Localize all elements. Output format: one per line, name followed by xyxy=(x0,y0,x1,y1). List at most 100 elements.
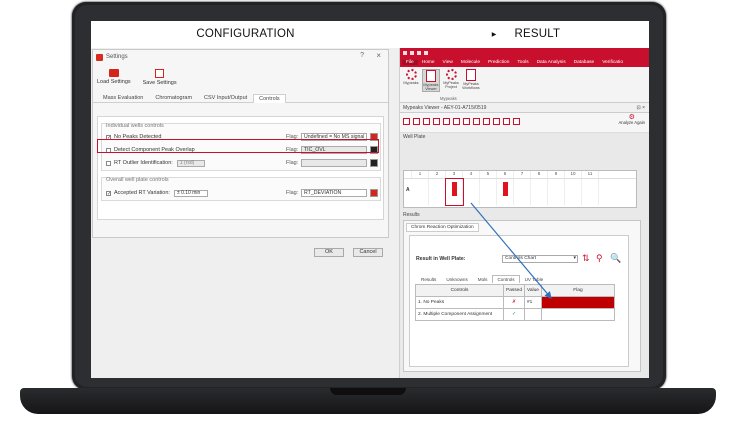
mypeaks-viewer-button[interactable]: Mypeaks Viewer xyxy=(422,69,440,92)
sort-icon[interactable]: ⇅ xyxy=(582,253,590,264)
result-in-well-plate-label: Result in Well Plate: xyxy=(416,256,466,262)
grid-icon[interactable] xyxy=(503,118,510,125)
ribbon-tab-data-analysis[interactable]: Data Analysis xyxy=(533,60,570,65)
flask-icon[interactable] xyxy=(463,118,470,125)
quick-open-icon[interactable] xyxy=(410,50,414,55)
col-value: Value xyxy=(524,284,542,297)
rt-variation-color-picker[interactable] xyxy=(370,189,378,197)
subtab-unknowns[interactable]: Unknowns xyxy=(441,275,472,283)
filter-icon[interactable]: ⚲ xyxy=(596,253,603,264)
control-name: 1. No Peaks xyxy=(415,296,504,309)
tab-mass-evaluation[interactable]: Mass Evaluation xyxy=(97,93,149,102)
flag-label: Flag: xyxy=(286,190,299,196)
well-a2[interactable] xyxy=(429,179,446,205)
table-header-row: Controls Passed Value Flag xyxy=(415,284,616,297)
plate-column-header: 9 xyxy=(548,171,565,178)
ribbon-tab-database[interactable]: Database xyxy=(570,60,599,65)
list-icon[interactable] xyxy=(423,118,430,125)
well-a5[interactable] xyxy=(480,179,497,205)
mypeaks-button[interactable]: Mypeaks xyxy=(402,69,420,85)
plate-corner xyxy=(404,171,412,178)
plate-row-label: A xyxy=(406,187,410,193)
plate-column-header: 3 xyxy=(446,171,463,178)
subtab-results[interactable]: Results xyxy=(416,275,441,283)
undo-icon[interactable] xyxy=(417,50,421,55)
well-a4[interactable] xyxy=(463,179,480,205)
layout-icon[interactable] xyxy=(513,118,520,125)
quick-save-icon[interactable] xyxy=(403,50,407,55)
subtab-controls[interactable]: Controls xyxy=(492,275,520,283)
ribbon-tab-verification[interactable]: Verificatio xyxy=(598,60,627,65)
load-settings-label: Load Settings xyxy=(97,79,131,85)
rt-variation-flag-input[interactable]: RT_DEVIATION xyxy=(301,189,367,197)
col-flag: Flag xyxy=(540,284,616,297)
quick-access-bar xyxy=(400,48,649,57)
viewer-icon xyxy=(426,70,436,82)
rt-variation-stepper[interactable]: ± 0.10 min xyxy=(173,189,208,197)
laptop-screen: CONFIGURATION ▶ RESULT Settings ? × Load … xyxy=(91,21,649,378)
rt-outlier-color-picker[interactable] xyxy=(370,159,378,167)
result-header-text: RESULT xyxy=(514,28,561,40)
subtab-uv-table[interactable]: UV Table xyxy=(520,275,549,283)
tab-csv-input-output[interactable]: CSV Input/Output xyxy=(198,93,253,102)
close-button[interactable]: × xyxy=(376,51,381,60)
plate-column-header: 8 xyxy=(531,171,548,178)
rt-outlier-stepper[interactable]: 1 (rsd) xyxy=(176,159,205,167)
copy-icon[interactable] xyxy=(413,118,420,125)
laptop-base xyxy=(20,388,716,414)
well-a6[interactable] xyxy=(497,179,514,205)
well-a9[interactable] xyxy=(548,179,565,205)
open-icon[interactable] xyxy=(403,118,410,125)
cancel-button[interactable]: Cancel xyxy=(353,248,383,257)
results-box: Chrom Reaction Optimization Result in We… xyxy=(403,220,641,372)
well-a3[interactable] xyxy=(445,178,464,206)
export-icon[interactable] xyxy=(433,118,440,125)
well-a1[interactable] xyxy=(412,179,429,205)
well-a10[interactable] xyxy=(565,179,582,205)
ribbon-group-label: Mypeaks xyxy=(440,96,457,101)
ribbon-tab-molecule[interactable]: Molecule xyxy=(457,60,484,65)
results-label: Results xyxy=(403,212,420,218)
flag-cell xyxy=(540,308,616,321)
tab-chrom-reaction-optimization[interactable]: Chrom Reaction Optimization xyxy=(406,223,479,232)
ribbon-tab-prediction[interactable]: Prediction xyxy=(484,60,513,65)
mypeaks-project-button[interactable]: MyPeaks Project xyxy=(442,69,460,89)
tab-controls[interactable]: Controls xyxy=(253,94,286,103)
table-row[interactable]: 1. No Peaks ✗ #1 Undefined = No MS signa… xyxy=(415,296,616,309)
viewer-title-bar: Mypeaks Viewer - AEY-01-A715/0519 ⊡ × xyxy=(400,103,649,113)
redo-icon[interactable] xyxy=(424,50,428,55)
settings-icon[interactable] xyxy=(473,118,480,125)
report-icon[interactable] xyxy=(443,118,450,125)
control-value: #1 xyxy=(524,296,542,309)
rt-outlier-flag-input[interactable] xyxy=(301,159,367,167)
ribbon-tab-view[interactable]: View xyxy=(439,60,457,65)
ribbon-tab-tools[interactable]: Tools xyxy=(513,60,532,65)
tab-chromatogram[interactable]: Chromatogram xyxy=(149,93,198,102)
table-row[interactable]: 2. Multiple Component Assignment ✓ xyxy=(415,308,616,321)
well-a11[interactable] xyxy=(582,179,599,205)
print-icon[interactable] xyxy=(493,118,500,125)
viewer-window-controls[interactable]: ⊡ × xyxy=(637,103,646,113)
configuration-panel: Settings ? × Load Settings Save Settings… xyxy=(91,48,400,378)
controls-table: Controls Passed Value Flag 1. No Peaks ✗… xyxy=(415,284,616,321)
well-a8[interactable] xyxy=(531,179,548,205)
load-settings-button[interactable]: Load Settings xyxy=(97,69,131,90)
rt-outlier-checkbox[interactable] xyxy=(106,160,111,166)
subtab-mols[interactable]: Mols xyxy=(473,275,493,283)
rt-variation-checkbox[interactable]: ✓ xyxy=(106,190,111,196)
play-icon: ▶ xyxy=(491,31,497,38)
chart-icon[interactable] xyxy=(453,118,460,125)
mypeaks-workflows-button[interactable]: MyPeaks Workflows xyxy=(462,69,480,90)
result-panel: File Home View Molecule Prediction Tools… xyxy=(400,48,649,378)
ribbon-tab-home[interactable]: Home xyxy=(418,60,439,65)
help-button[interactable]: ? xyxy=(360,52,364,59)
table-icon[interactable] xyxy=(483,118,490,125)
save-settings-button[interactable]: Save Settings xyxy=(143,69,177,90)
ribbon-tab-file[interactable]: File xyxy=(402,59,418,65)
ok-button[interactable]: OK xyxy=(314,248,344,257)
well-a7[interactable] xyxy=(514,179,531,205)
save-settings-label: Save Settings xyxy=(142,80,177,86)
analyze-again-button[interactable]: ⚙ Analyze Again xyxy=(618,114,645,125)
result-view-select[interactable]: Controls Chart xyxy=(502,255,578,263)
search-icon[interactable]: 🔍 xyxy=(610,253,621,264)
